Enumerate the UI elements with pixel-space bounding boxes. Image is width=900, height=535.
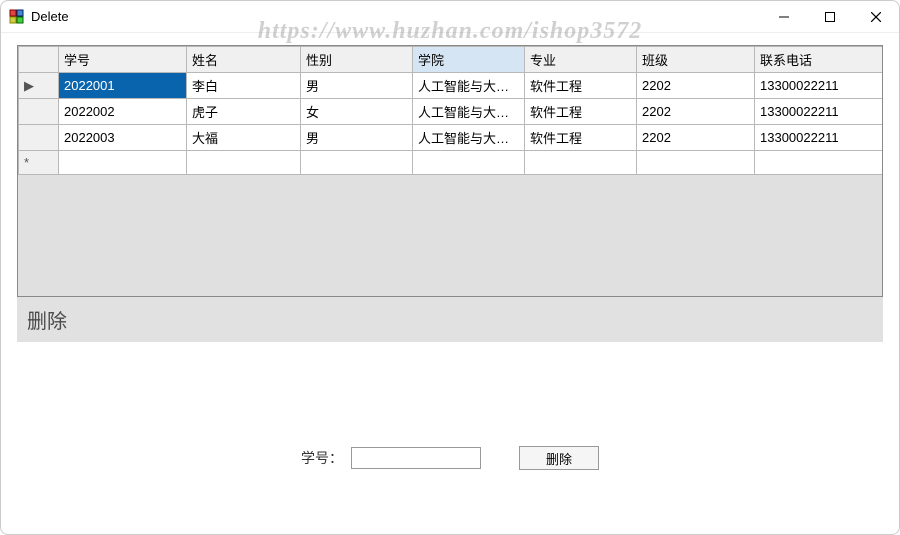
- cell[interactable]: 13300022211: [755, 125, 883, 151]
- table-row[interactable]: 2022002虎子女人工智能与大…软件工程220213300022211: [19, 99, 883, 125]
- col-gender[interactable]: 性别: [301, 47, 413, 73]
- cell[interactable]: 软件工程: [525, 125, 637, 151]
- row-selector[interactable]: [19, 125, 59, 151]
- cell[interactable]: [301, 151, 413, 175]
- student-id-input[interactable]: [351, 447, 481, 469]
- cell[interactable]: 13300022211: [755, 73, 883, 99]
- cell[interactable]: 2022002: [59, 99, 187, 125]
- section-title: 删除: [17, 297, 883, 342]
- datagrid-container[interactable]: 学号 姓名 性别 学院 专业 班级 联系电话 ▶2022001李白男人工智能与大…: [17, 45, 883, 297]
- window-controls: [761, 1, 899, 32]
- student-id-label: 学号：: [301, 448, 343, 468]
- cell[interactable]: 2022001: [59, 73, 187, 99]
- table-row[interactable]: *: [19, 151, 883, 175]
- cell[interactable]: 男: [301, 73, 413, 99]
- cell[interactable]: [59, 151, 187, 175]
- cell[interactable]: 软件工程: [525, 99, 637, 125]
- cell[interactable]: 女: [301, 99, 413, 125]
- row-selector[interactable]: [19, 99, 59, 125]
- cell[interactable]: 男: [301, 125, 413, 151]
- col-major[interactable]: 专业: [525, 47, 637, 73]
- app-icon: [9, 9, 25, 25]
- cell[interactable]: [187, 151, 301, 175]
- col-phone[interactable]: 联系电话: [755, 47, 883, 73]
- cell[interactable]: 2202: [637, 73, 755, 99]
- col-class[interactable]: 班级: [637, 47, 755, 73]
- cell[interactable]: 2202: [637, 125, 755, 151]
- row-selector[interactable]: *: [19, 151, 59, 175]
- row-header-corner[interactable]: [19, 47, 59, 73]
- cell[interactable]: 2022003: [59, 125, 187, 151]
- student-datagrid[interactable]: 学号 姓名 性别 学院 专业 班级 联系电话 ▶2022001李白男人工智能与大…: [18, 46, 883, 175]
- header-row: 学号 姓名 性别 学院 专业 班级 联系电话: [19, 47, 883, 73]
- col-name[interactable]: 姓名: [187, 47, 301, 73]
- delete-button[interactable]: 删除: [519, 446, 599, 470]
- close-button[interactable]: [853, 1, 899, 32]
- col-student-id[interactable]: 学号: [59, 47, 187, 73]
- maximize-button[interactable]: [807, 1, 853, 32]
- cell[interactable]: 2202: [637, 99, 755, 125]
- cell[interactable]: 人工智能与大…: [413, 99, 525, 125]
- titlebar: Delete: [1, 1, 899, 33]
- cell[interactable]: 人工智能与大…: [413, 73, 525, 99]
- grid-empty-area[interactable]: [18, 175, 882, 297]
- cell[interactable]: [413, 151, 525, 175]
- window-title: Delete: [31, 9, 761, 24]
- delete-window: Delete: [0, 0, 900, 535]
- cell[interactable]: 人工智能与大…: [413, 125, 525, 151]
- cell[interactable]: [755, 151, 883, 175]
- cell[interactable]: 软件工程: [525, 73, 637, 99]
- table-row[interactable]: ▶2022001李白男人工智能与大…软件工程220213300022211: [19, 73, 883, 99]
- minimize-button[interactable]: [761, 1, 807, 32]
- cell[interactable]: 13300022211: [755, 99, 883, 125]
- content-area: 学号 姓名 性别 学院 专业 班级 联系电话 ▶2022001李白男人工智能与大…: [1, 33, 899, 534]
- delete-form: 学号： 删除: [17, 342, 883, 534]
- cell[interactable]: [525, 151, 637, 175]
- table-row[interactable]: 2022003大福男人工智能与大…软件工程220213300022211: [19, 125, 883, 151]
- row-selector[interactable]: ▶: [19, 73, 59, 99]
- cell[interactable]: 大福: [187, 125, 301, 151]
- cell[interactable]: 李白: [187, 73, 301, 99]
- cell[interactable]: 虎子: [187, 99, 301, 125]
- cell[interactable]: [637, 151, 755, 175]
- col-college[interactable]: 学院: [413, 47, 525, 73]
